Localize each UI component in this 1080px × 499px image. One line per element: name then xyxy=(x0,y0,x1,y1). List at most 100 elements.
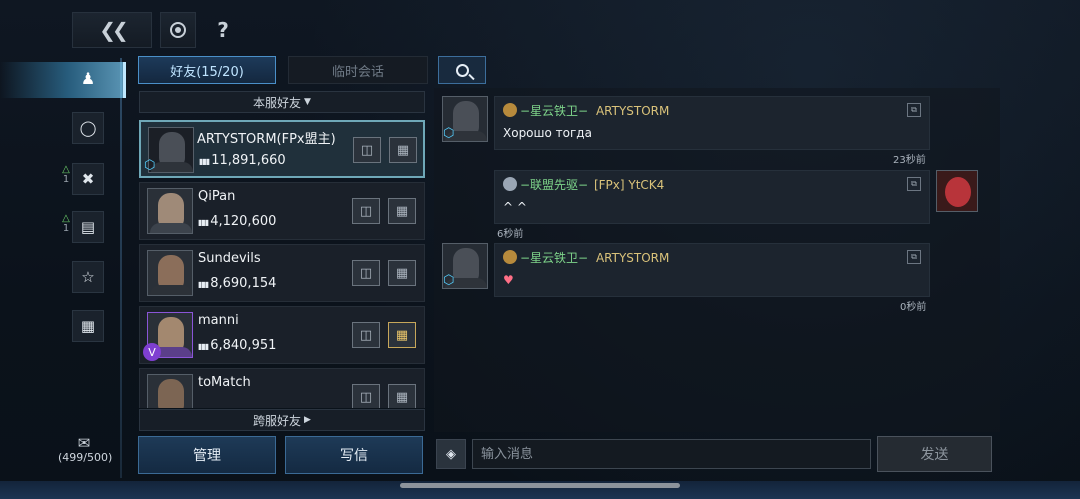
friend-name: QiPan xyxy=(198,189,236,204)
send-button[interactable]: 发送 xyxy=(877,436,992,472)
avatar xyxy=(147,250,193,296)
globe-icon: ◯ xyxy=(79,119,97,137)
help-button[interactable]: ? xyxy=(206,12,240,48)
gift-button[interactable]: ▦ xyxy=(388,260,416,286)
copy-icon[interactable]: ⧉ xyxy=(907,177,921,191)
friend-name: ARTYSTORM(FPx盟主) xyxy=(197,132,336,147)
friend-power: 11,891,660 xyxy=(199,153,285,168)
nav-battle-alert: △ 1 xyxy=(60,165,72,185)
friend-name: manni xyxy=(198,313,239,328)
gift-send-icon: ◫ xyxy=(359,203,373,219)
emote-icon: ◈ xyxy=(446,446,456,462)
gift-icon: ▦ xyxy=(395,203,409,219)
gift-icon: ▦ xyxy=(395,389,409,405)
document-icon: ▤ xyxy=(80,218,96,236)
double-chevron-left-icon: ❮❮ xyxy=(99,18,128,42)
gift-send-icon: ◫ xyxy=(359,389,373,405)
help-icon: ? xyxy=(217,18,229,42)
nav-notes-count: 1 xyxy=(62,223,70,234)
chat-message[interactable]: −星云铁卫− ARTYSTORM ♥ ⧉ xyxy=(494,243,930,297)
refresh-icon xyxy=(170,22,186,38)
send-gift-button[interactable]: ◫ xyxy=(352,322,380,348)
gift-button[interactable]: ▦ xyxy=(388,322,416,348)
nav-item-world[interactable]: ◯ xyxy=(72,112,104,144)
copy-icon[interactable]: ⧉ xyxy=(907,103,921,117)
search-button[interactable] xyxy=(438,56,486,84)
gift-button[interactable]: ▦ xyxy=(388,198,416,224)
message-time: 23秒前 xyxy=(893,155,926,166)
friend-row[interactable]: V manni 6,840,951 ◫ ▦ xyxy=(139,306,425,364)
gift-send-icon: ◫ xyxy=(359,327,373,343)
send-gift-button[interactable]: ◫ xyxy=(352,260,380,286)
sender-name: ARTYSTORM xyxy=(595,104,670,118)
nav-notes-alert: △ 1 xyxy=(60,214,72,234)
caret-down-icon: ▼ xyxy=(304,97,311,107)
gift-icon: ▦ xyxy=(395,265,409,281)
manage-button[interactable]: 管理 xyxy=(138,436,276,474)
section-local-label: 本服好友 xyxy=(253,95,302,110)
chat-message[interactable]: −联盟先驱− [FPx] YtCK4 ^ ^ ⧉ xyxy=(494,170,930,224)
avatar xyxy=(147,374,193,408)
friend-row[interactable]: QiPan 4,120,600 ◫ ▦ xyxy=(139,182,425,240)
friend-list[interactable]: ⬡ ARTYSTORM(FPx盟主) 11,891,660 ◫ ▦ QiPan … xyxy=(139,118,425,408)
cube-badge-icon: ⬡ xyxy=(144,158,156,173)
friend-row[interactable]: ⬡ ARTYSTORM(FPx盟主) 11,891,660 ◫ ▦ xyxy=(139,120,425,178)
tab-temp-chat-label: 临时会话 xyxy=(331,64,384,80)
chat-message-header: −联盟先驱− [FPx] YtCK4 xyxy=(503,176,664,193)
mail-button[interactable]: ✉ (499/500) xyxy=(58,434,113,465)
message-text: Хорошо тогда xyxy=(503,126,592,140)
cube-badge-icon: ⬡ xyxy=(443,126,455,141)
nav-item-favorites[interactable]: ☆ xyxy=(72,261,104,293)
nav-battle-count: 1 xyxy=(62,174,70,185)
send-gift-button[interactable]: ◫ xyxy=(353,137,381,163)
back-button[interactable]: ❮❮ xyxy=(72,12,152,48)
nav-divider xyxy=(120,58,122,478)
chat-avatar-self[interactable] xyxy=(936,170,978,212)
envelope-icon: ✉ xyxy=(77,434,91,452)
mail-count: (499/500) xyxy=(58,451,113,464)
send-gift-button[interactable]: ◫ xyxy=(352,198,380,224)
star-icon: ☆ xyxy=(81,268,95,286)
gift-button[interactable]: ▦ xyxy=(388,384,416,408)
sender-name: [FPx] YtCK4 xyxy=(593,178,665,192)
chat-message[interactable]: −星云铁卫− ARTYSTORM Хорошо тогда ⧉ xyxy=(494,96,930,150)
caret-right-icon: ▶ xyxy=(304,415,311,425)
send-gift-button[interactable]: ◫ xyxy=(352,384,380,408)
nav-item-notes[interactable]: ▤ xyxy=(72,211,104,243)
gift-icon: ▦ xyxy=(396,142,410,158)
tab-temp-chat[interactable]: 临时会话 xyxy=(288,56,428,84)
section-local-friends[interactable]: 本服好友 ▼ xyxy=(139,91,425,113)
friend-power: 8,690,154 xyxy=(198,276,276,291)
alliance-emblem-icon xyxy=(503,177,517,191)
write-letter-button[interactable]: 写信 xyxy=(285,436,423,474)
tab-friends[interactable]: 好友(15/20) xyxy=(138,56,276,84)
friend-power: 6,840,951 xyxy=(198,338,276,353)
gift-icon: ▦ xyxy=(80,317,96,335)
section-cross-label: 跨服好友 xyxy=(253,413,302,428)
message-input[interactable] xyxy=(472,439,871,469)
vip-badge-icon: V xyxy=(143,343,161,361)
friend-power: 4,120,600 xyxy=(198,214,276,229)
friends-person-icon: ♟ xyxy=(80,69,96,88)
friend-row[interactable]: toMatch ◫ ▦ xyxy=(139,368,425,408)
alliance-tag: −星云铁卫− xyxy=(520,104,589,118)
friend-name: Sundevils xyxy=(198,251,261,266)
nav-item-battle[interactable]: ✖ xyxy=(72,163,104,195)
cube-badge-icon: ⬡ xyxy=(443,273,455,288)
gift-button[interactable]: ▦ xyxy=(389,137,417,163)
friend-name: toMatch xyxy=(198,375,251,390)
sender-name: ARTYSTORM xyxy=(595,251,670,265)
avatar xyxy=(147,188,193,234)
nav-item-gifts[interactable]: ▦ xyxy=(72,310,104,342)
write-label: 写信 xyxy=(340,448,368,464)
friend-row[interactable]: Sundevils 8,690,154 ◫ ▦ xyxy=(139,244,425,302)
copy-icon[interactable]: ⧉ xyxy=(907,250,921,264)
emote-button[interactable]: ◈ xyxy=(436,439,466,469)
gift-icon: ▦ xyxy=(395,327,409,343)
gift-send-icon: ◫ xyxy=(359,265,373,281)
nav-item-friends[interactable]: ♟ xyxy=(0,62,126,98)
home-indicator[interactable] xyxy=(400,483,680,488)
refresh-button[interactable] xyxy=(160,12,196,48)
chat-message-header: −星云铁卫− ARTYSTORM xyxy=(503,249,669,266)
section-cross-server-friends[interactable]: 跨服好友 ▶ xyxy=(139,409,425,431)
